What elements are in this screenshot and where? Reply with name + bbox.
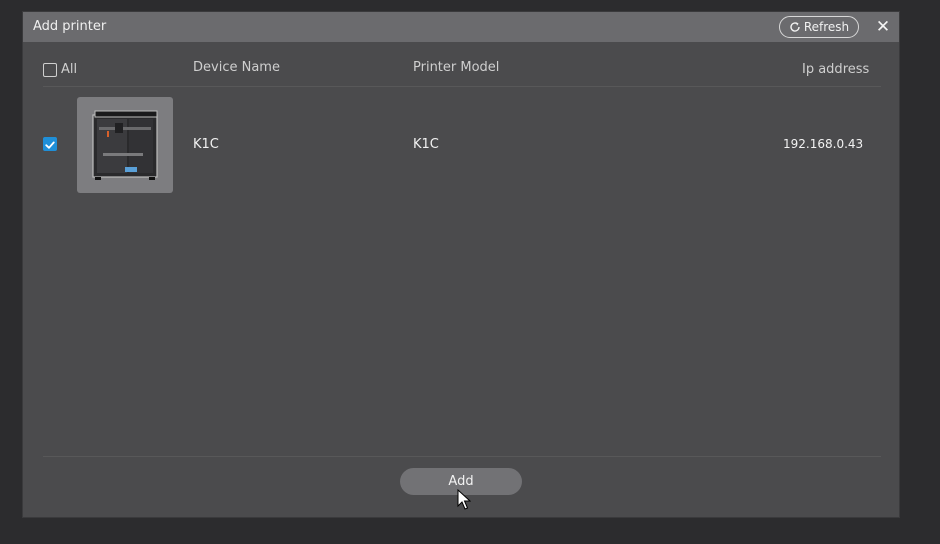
printer-image <box>77 97 173 193</box>
select-all-checkbox[interactable]: All <box>43 62 77 77</box>
printer-model-cell: K1C <box>413 137 439 152</box>
add-printer-dialog: Add printer Refresh ✕ All Device Name Pr… <box>23 12 899 517</box>
column-header-printer-model: Printer Model <box>413 60 500 75</box>
device-name-cell: K1C <box>193 137 219 152</box>
select-all-label: All <box>61 62 78 77</box>
select-all-box[interactable] <box>43 62 57 77</box>
dialog-titlebar: Add printer Refresh ✕ <box>23 12 899 42</box>
footer-divider <box>43 456 881 457</box>
refresh-button[interactable]: Refresh <box>779 16 859 38</box>
table-row[interactable]: K1C K1C 192.168.0.43 <box>43 96 881 194</box>
column-header-device-name: Device Name <box>193 60 280 75</box>
mouse-cursor-icon <box>457 489 471 510</box>
ip-address-cell: 192.168.0.43 <box>783 137 864 151</box>
checkmark-icon <box>45 141 55 149</box>
row-checkbox-checked[interactable] <box>43 137 57 151</box>
refresh-icon <box>789 19 801 39</box>
refresh-label: Refresh <box>803 20 850 34</box>
table-header: All Device Name Printer Model Ip address <box>43 56 881 87</box>
close-icon: ✕ <box>875 17 891 37</box>
close-button[interactable]: ✕ <box>873 17 893 37</box>
column-header-ip-address: Ip address <box>802 62 870 77</box>
dialog-title: Add printer <box>33 19 107 34</box>
